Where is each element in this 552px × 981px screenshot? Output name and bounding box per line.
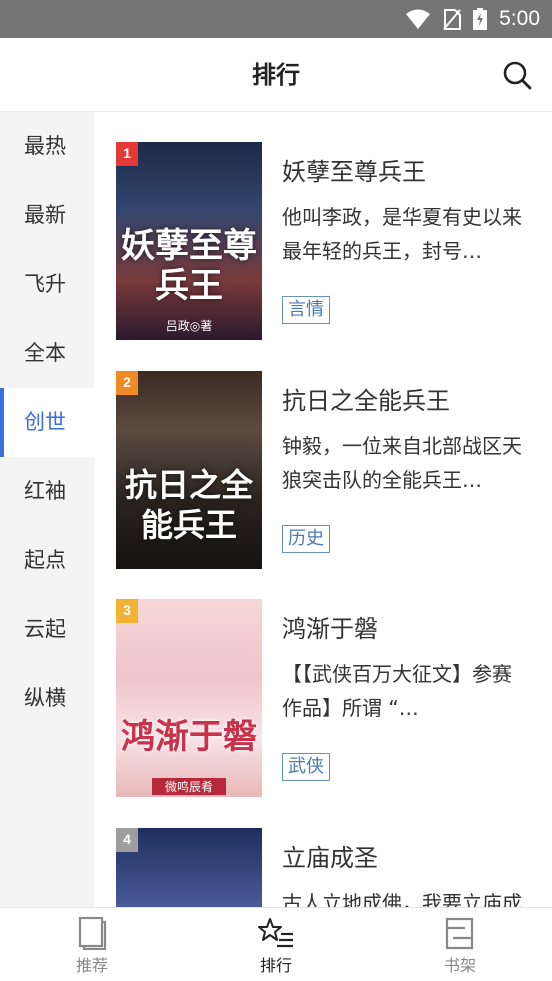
sidebar-item-yunqi[interactable]: 云起 [0, 595, 94, 664]
sidebar-item-label: 飞升 [24, 272, 66, 296]
ranking-book-list: 1 妖孽至尊兵王 吕政◎著 妖孽至尊兵王 他叫李政，是华夏有史以来最年轻的兵王，… [94, 112, 552, 907]
sidebar-item-chuangshi[interactable]: 创世 [0, 388, 94, 457]
rank-badge: 1 [116, 142, 138, 166]
book-genre-tag: 历史 [282, 525, 330, 553]
cover-title-art: 鸿渐于磐 [121, 717, 257, 757]
tab-recommend[interactable]: 推荐 [32, 908, 152, 981]
cover-author: 吕政◎著 [165, 319, 213, 333]
book-description: 【【武侠百万大征文】参赛作品】所谓 “… [282, 662, 512, 720]
book-title: 抗日之全能兵王 [282, 387, 450, 415]
sidebar-item-qidian[interactable]: 起点 [0, 526, 94, 595]
sidebar-item-label: 全本 [24, 341, 66, 365]
sidebar-item-zuire[interactable]: 最热 [0, 112, 94, 181]
book-item[interactable]: 1 妖孽至尊兵王 吕政◎著 妖孽至尊兵王 他叫李政，是华夏有史以来最年轻的兵王，… [116, 142, 536, 342]
rank-badge: 4 [116, 828, 138, 852]
bottom-tab-bar: 推荐 排行 书架 [0, 907, 552, 981]
book-genre-tag: 武侠 [282, 753, 330, 781]
tab-label: 推荐 [75, 956, 108, 975]
book-icon [78, 916, 107, 950]
category-sidebar: 最热 最新 飞升 全本 创世 红袖 起点 云起 纵横 [0, 112, 94, 907]
sidebar-item-hongxiu[interactable]: 红袖 [0, 457, 94, 526]
book-item[interactable]: 2 抗日之全能兵王 抗日之全能兵王 钟毅，一位来自北部战区天狼突击队的全能兵王…… [116, 371, 536, 571]
sidebar-item-label: 最热 [24, 134, 66, 158]
status-time: 5:00 [499, 7, 540, 30]
book-cover: 3 鸿渐于磐 微鸣辰肴 [116, 599, 262, 797]
header-bar: 排行 [0, 38, 552, 112]
cover-author: 微鸣辰肴 [152, 778, 226, 795]
book-title: 鸿渐于磐 [282, 615, 378, 643]
sidebar-item-zongheng[interactable]: 纵横 [0, 664, 94, 733]
tab-label: 书架 [443, 956, 476, 975]
star-list-icon [258, 918, 293, 948]
cover-title-art: 妖孽至尊兵王 [121, 226, 257, 306]
book-description: 他叫李政，是华夏有史以来最年轻的兵王，封号… [282, 205, 522, 263]
sidebar-item-feisheng[interactable]: 飞升 [0, 250, 94, 319]
page-title: 排行 [252, 61, 300, 89]
book-title: 妖孽至尊兵王 [282, 158, 426, 186]
cover-title-art: 抗日之全能兵王 [124, 466, 253, 544]
sidebar-item-zuixin[interactable]: 最新 [0, 181, 94, 250]
tab-ranking[interactable]: 排行 [216, 908, 336, 981]
search-button[interactable] [502, 60, 532, 90]
book-cover: 1 妖孽至尊兵王 吕政◎著 [116, 142, 262, 340]
sidebar-item-label: 纵横 [24, 686, 66, 710]
book-description: 钟毅，一位来自北部战区天狼突击队的全能兵王… [282, 434, 522, 492]
book-description: 古人立地成佛，我要立庙成圣… [282, 891, 522, 907]
book-item[interactable]: 4 立庙成圣 古人立地成佛，我要立庙成圣… [116, 828, 536, 907]
rank-badge: 3 [116, 599, 138, 623]
no-sim-icon [443, 9, 462, 30]
tab-bookshelf[interactable]: 书架 [400, 908, 520, 981]
search-icon [503, 61, 532, 90]
sidebar-item-label: 起点 [24, 548, 66, 572]
sidebar-item-label: 红袖 [24, 479, 66, 503]
sidebar-item-label: 创世 [24, 410, 66, 434]
sidebar-item-label: 云起 [24, 617, 66, 641]
book-genre-tag: 言情 [282, 296, 330, 324]
book-title: 立庙成圣 [282, 844, 378, 872]
status-icons: 5:00 [405, 0, 540, 38]
book-item[interactable]: 3 鸿渐于磐 微鸣辰肴 鸿渐于磐 【【武侠百万大征文】参赛作品】所谓 “… 武侠 [116, 599, 536, 799]
book-cover: 2 抗日之全能兵王 [116, 371, 262, 569]
bookshelf-icon [445, 917, 474, 950]
status-bar: 5:00 [0, 0, 552, 38]
battery-charging-icon [473, 8, 488, 30]
tab-label: 排行 [259, 956, 292, 975]
book-cover: 4 [116, 828, 262, 907]
sidebar-item-quanben[interactable]: 全本 [0, 319, 94, 388]
rank-badge: 2 [116, 371, 138, 395]
sidebar-item-label: 最新 [24, 203, 66, 227]
wifi-icon [406, 9, 431, 29]
